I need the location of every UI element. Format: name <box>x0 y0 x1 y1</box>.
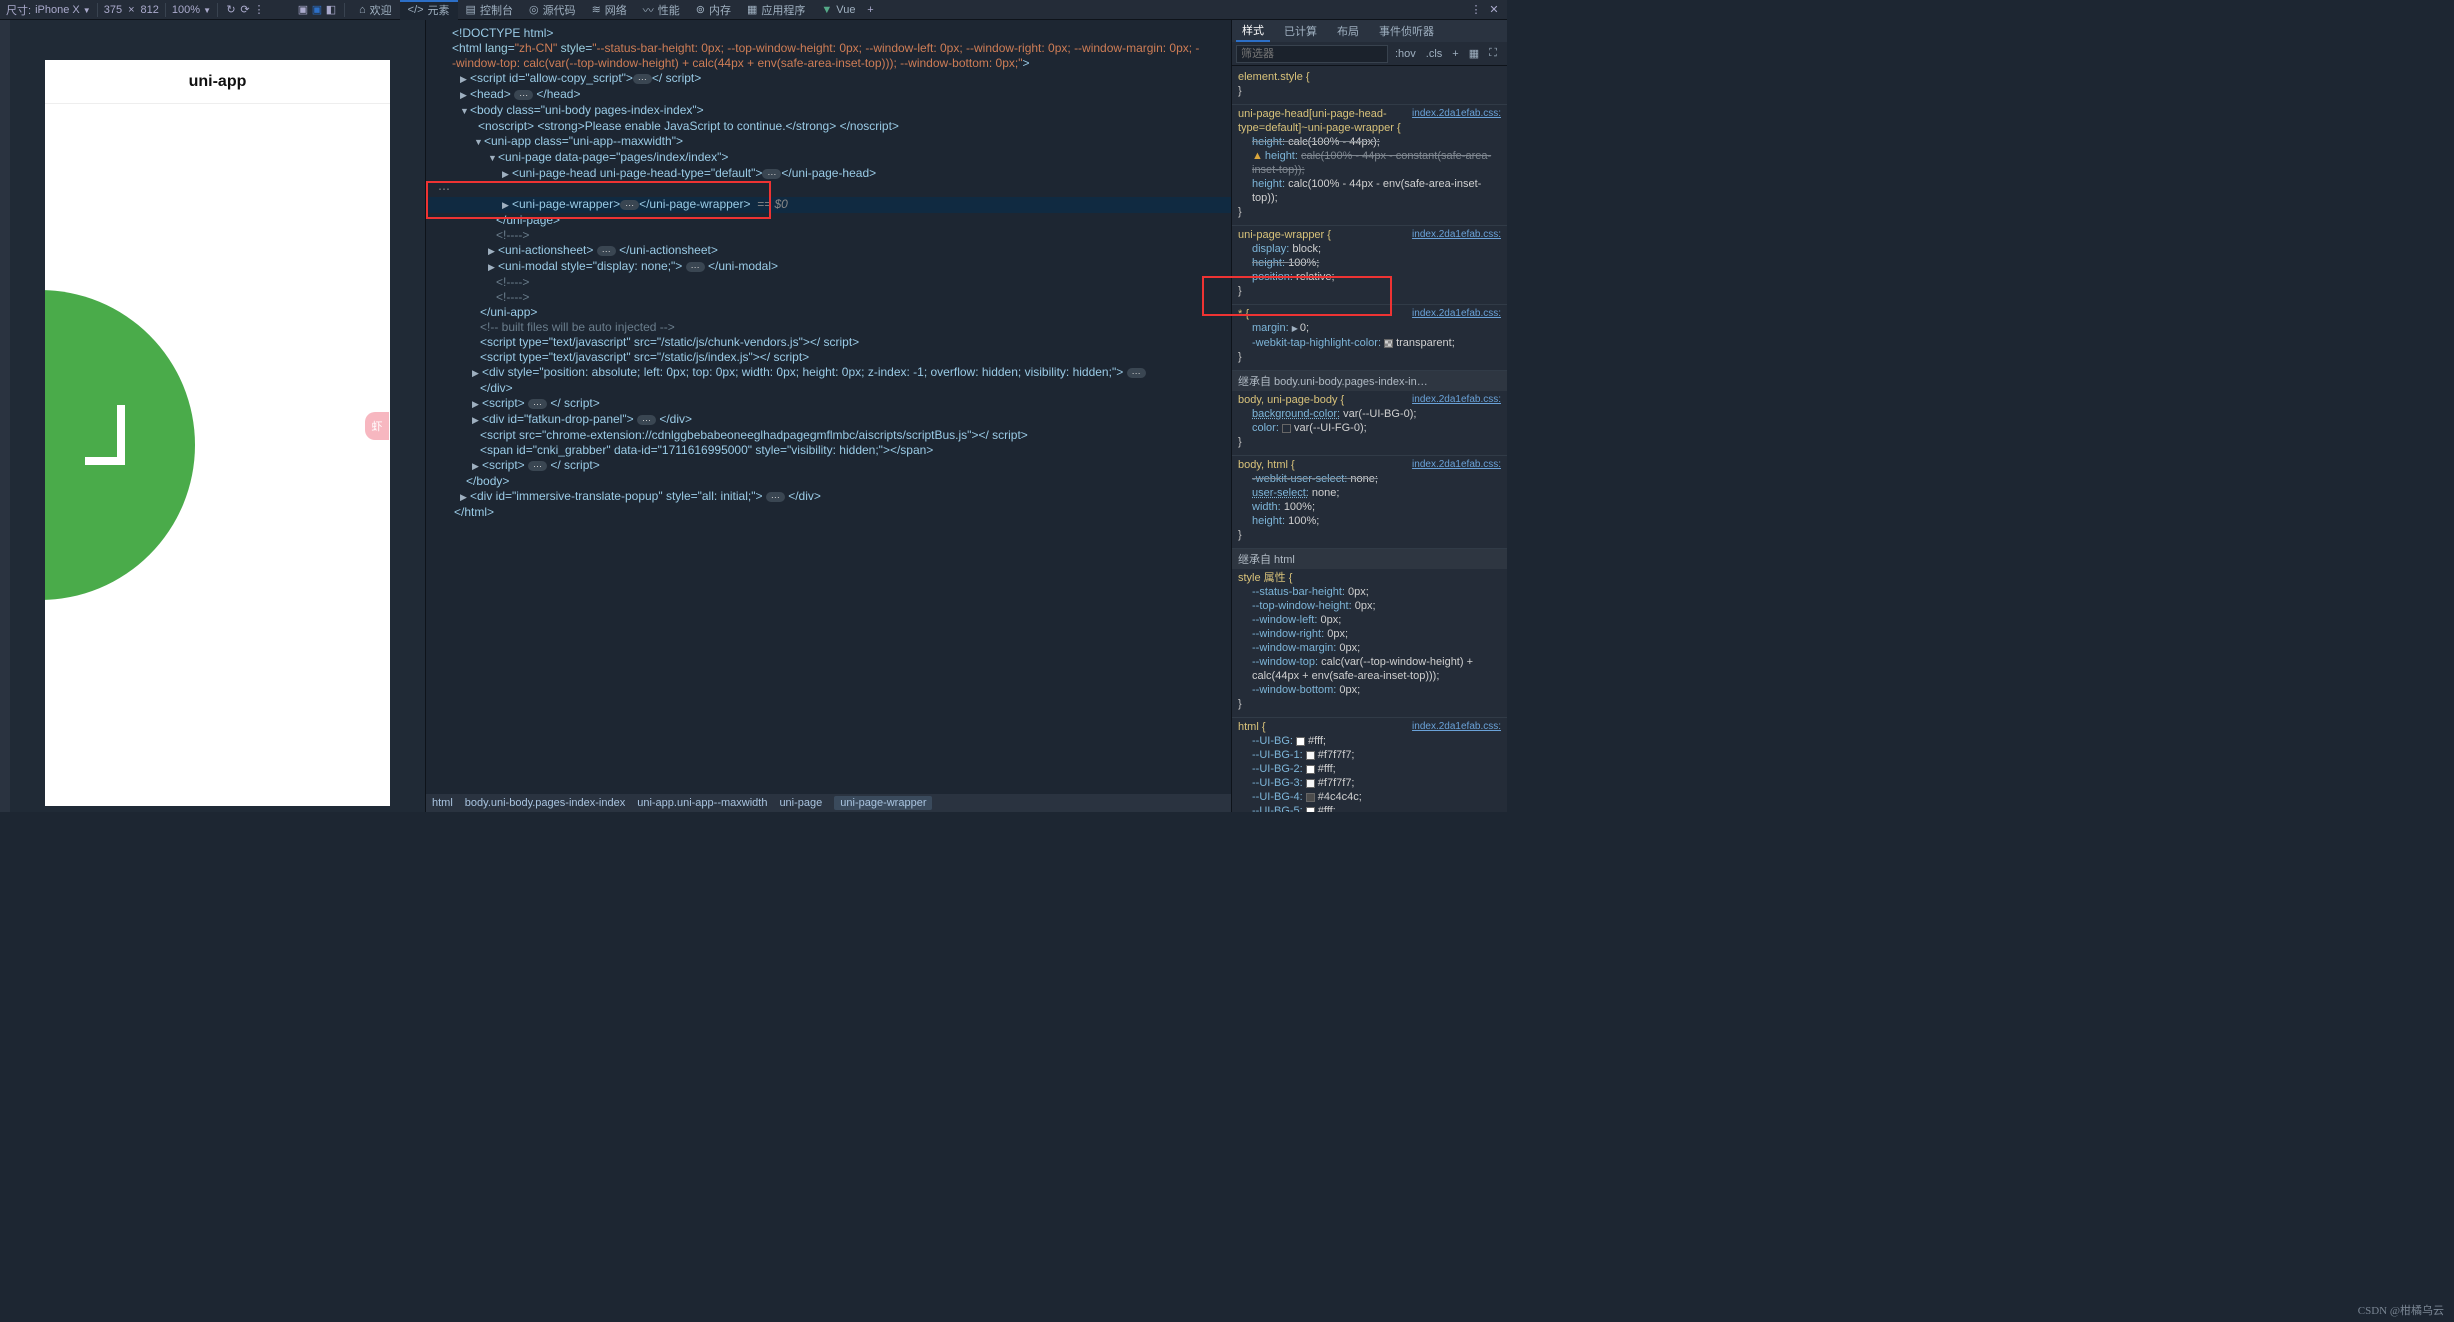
crumb-body[interactable]: body.uni-body.pages-index-index <box>465 797 625 809</box>
tab-welcome[interactable]: ⌂欢迎 <box>351 0 400 20</box>
rule-html-vars: index.2da1efab.css: html { --UI-BG: #fff… <box>1232 718 1507 812</box>
tab-elements[interactable]: </>元素 <box>400 0 458 20</box>
inherit-body: 继承自 body.uni-body.pages-index-in… <box>1232 371 1507 391</box>
styles-tabs: 样式 已计算 布局 事件侦听器 <box>1232 20 1507 42</box>
dom-tree[interactable]: <!DOCTYPE html> <html lang="zh-CN" style… <box>426 20 1231 526</box>
tab-styles[interactable]: 样式 <box>1236 20 1270 42</box>
close-devtools-icon[interactable]: ✕ <box>1487 3 1501 17</box>
tab-network[interactable]: ≋网络 <box>584 0 635 20</box>
rule-star: index.2da1efab.css: * { margin: ▶0; -web… <box>1232 305 1507 371</box>
cls-toggle[interactable]: .cls <box>1423 48 1446 60</box>
dock-icon[interactable]: ◧ <box>324 3 338 17</box>
zoom-select[interactable]: 100% ▼ <box>172 4 211 16</box>
tab-layout[interactable]: 布局 <box>1331 21 1365 41</box>
tab-application[interactable]: ▦应用程序 <box>739 0 813 20</box>
new-rule-icon[interactable]: + <box>1449 48 1461 60</box>
inspect-icon[interactable]: ▣ <box>296 3 310 17</box>
tab-listeners[interactable]: 事件侦听器 <box>1373 21 1440 41</box>
tab-performance[interactable]: 〰性能 <box>635 0 688 20</box>
styles-pane[interactable]: element.style { } index.2da1efab.css: un… <box>1232 66 1507 812</box>
rule-style-attr: style 属性 { --status-bar-height: 0px; --t… <box>1232 569 1507 718</box>
refresh-icon[interactable]: ↻ <box>224 3 238 17</box>
dim-x: × <box>128 4 134 16</box>
height-input[interactable]: 812 <box>141 4 159 16</box>
device-select[interactable]: iPhone X ▼ <box>35 4 91 16</box>
crumb-uniapp[interactable]: uni-app.uni-app--maxwidth <box>637 797 767 809</box>
device-size-group: 尺寸: iPhone X ▼ <box>6 2 91 18</box>
device-toggle-icon[interactable]: ▣ <box>310 3 324 17</box>
hov-toggle[interactable]: :hov <box>1392 48 1419 60</box>
flex-icon[interactable]: ▦ <box>1466 47 1482 60</box>
rule-page-wrapper: index.2da1efab.css: uni-page-wrapper { d… <box>1232 226 1507 305</box>
tab-vue[interactable]: ▼Vue <box>813 2 863 18</box>
rule-body-html: index.2da1efab.css: body, html { -webkit… <box>1232 456 1507 549</box>
tab-computed[interactable]: 已计算 <box>1278 21 1323 41</box>
styles-filter-input[interactable] <box>1236 45 1388 63</box>
watermark: CSDN @柑橘乌云 <box>2358 1302 2444 1318</box>
breadcrumb[interactable]: html body.uni-body.pages-index-index uni… <box>426 794 1231 812</box>
more-icon[interactable]: ⋮ <box>252 3 266 17</box>
selected-dom-node[interactable]: ▶<uni-page-wrapper>⋯</uni-page-wrapper> … <box>426 197 1231 213</box>
computed-icon[interactable]: ⛶ <box>1486 47 1500 60</box>
tab-sources[interactable]: ◎源代码 <box>521 0 584 20</box>
device-frame[interactable]: uni-app <box>45 60 390 806</box>
kebab-icon[interactable]: ⋮ <box>1469 3 1483 17</box>
inherit-html: 继承自 html <box>1232 549 1507 569</box>
crumb-wrapper[interactable]: uni-page-wrapper <box>834 796 932 810</box>
width-input[interactable]: 375 <box>104 4 122 16</box>
tab-memory[interactable]: ⊚内存 <box>688 0 739 20</box>
translate-badge[interactable]: 虾 <box>365 412 389 440</box>
tab-console[interactable]: ▤控制台 <box>458 0 521 20</box>
add-tab-icon[interactable]: + <box>863 3 877 17</box>
rule-page-head: index.2da1efab.css: uni-page-head[uni-pa… <box>1232 105 1507 226</box>
crumb-html[interactable]: html <box>432 797 453 809</box>
size-label: 尺寸: <box>6 2 31 18</box>
rule-element-style: element.style { } <box>1232 68 1507 105</box>
logo-mark <box>85 405 125 465</box>
crumb-unipage[interactable]: uni-page <box>779 797 822 809</box>
page-title: uni-app <box>45 60 390 104</box>
device-preview-panel: uni-app 虾 <box>0 20 425 812</box>
rule-body-pagebody: index.2da1efab.css: body, uni-page-body … <box>1232 391 1507 456</box>
devtools-toolbar: 尺寸: iPhone X ▼ 375 × 812 100% ▼ ↻ ⟳ ⋮ ▣ … <box>0 0 1507 20</box>
rotate-icon[interactable]: ⟳ <box>238 3 252 17</box>
